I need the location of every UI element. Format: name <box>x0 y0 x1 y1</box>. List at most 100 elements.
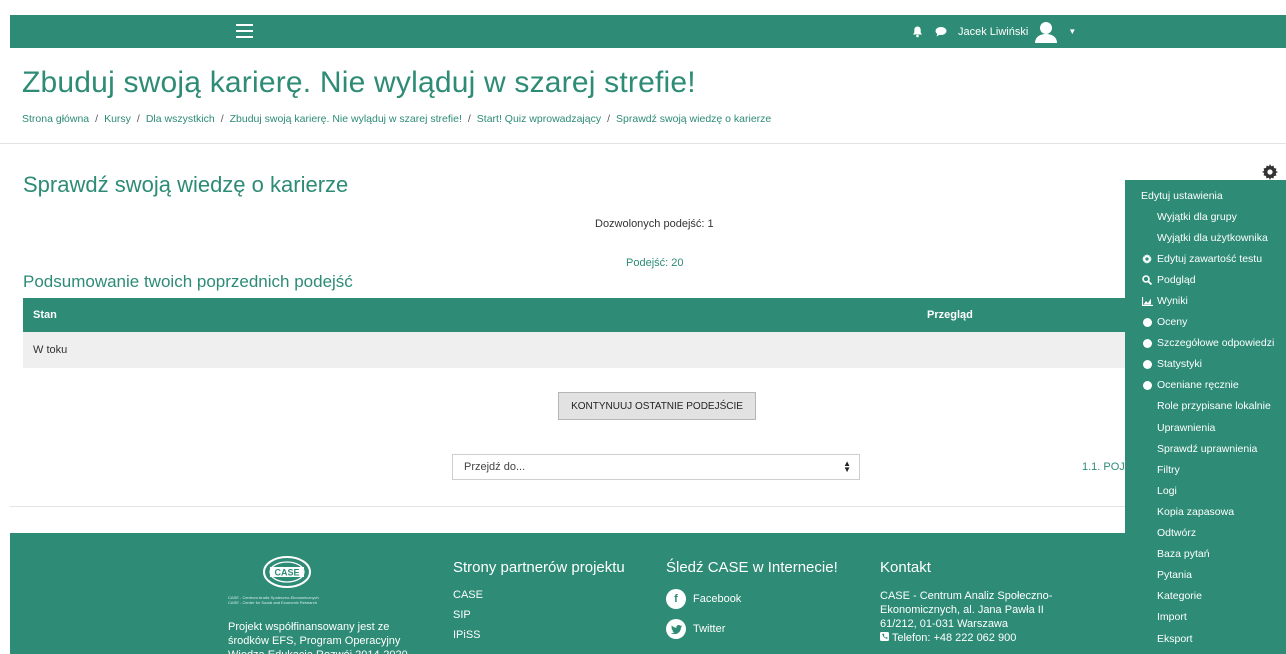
select-arrows-icon: ▲ ▼ <box>843 459 851 474</box>
settings-menu-item-label: Baza pytań <box>1157 548 1210 561</box>
settings-menu-item-label: Logi <box>1157 484 1177 497</box>
social-column: Śledź CASE w Internecie! f Facebook Twit… <box>666 559 838 649</box>
table-header-row: Stan Przegląd <box>23 298 1143 332</box>
settings-menu-item-label: Wyjątki dla grupy <box>1157 210 1237 223</box>
column-header-stan: Stan <box>23 298 917 332</box>
contact-title: Kontakt <box>880 559 931 576</box>
project-funding-text: Projekt współfinansowany jest ze środków… <box>228 621 408 654</box>
quiz-settings-menu: Edytuj ustawienia Wyjątki dla grupy Wyjątk… <box>1125 180 1286 654</box>
settings-menu-item[interactable]: Statystyki <box>1125 354 1286 375</box>
settings-menu-item-label: Oceniane ręcznie <box>1157 379 1239 392</box>
partner-link-sip[interactable]: SIP <box>453 609 625 621</box>
jump-to-placeholder: Przejdź do... <box>464 461 526 473</box>
gear-icon <box>1141 253 1153 265</box>
svg-text:CASE: CASE <box>274 568 299 578</box>
table-row: W toku <box>23 332 1143 368</box>
table-cell-przeglad <box>917 332 1143 368</box>
settings-menu-item[interactable]: Wyjątki dla grupy <box>1125 206 1286 227</box>
top-navbar: Jacek Liwiński ▼ <box>10 15 1286 48</box>
settings-menu-item[interactable]: Edytuj zawartość testu <box>1125 248 1286 269</box>
dot-icon <box>1141 358 1153 370</box>
settings-menu-item[interactable]: Odtwórz <box>1125 523 1286 544</box>
main-region: Sprawdź swoją wiedzę o karierze Dozwolon… <box>10 152 1286 507</box>
hamburger-menu-icon[interactable] <box>236 24 253 39</box>
twitter-link[interactable]: Twitter <box>666 619 838 639</box>
settings-menu-item[interactable]: Podgląd <box>1125 269 1286 290</box>
contact-column: Kontakt CASE - Centrum Analiz Społeczno-… <box>880 559 1052 645</box>
contact-line: 61/212, 01-031 Warszawa <box>880 618 1008 630</box>
user-avatar-icon[interactable] <box>1034 20 1058 44</box>
settings-menu-item-label: Wyniki <box>1157 295 1188 308</box>
page-header: Zbuduj swoją karierę. Nie wyląduj w szar… <box>0 52 1286 144</box>
settings-menu-item[interactable]: Sprawdź uprawnienia <box>1125 438 1286 459</box>
settings-menu-item[interactable]: Szczegółowe odpowiedzi <box>1125 333 1286 354</box>
footer: CASE CASE - Centrum Analiz Społeczno-Eko… <box>10 533 1286 654</box>
page-title: Zbuduj swoją karierę. Nie wyląduj w szar… <box>22 66 696 99</box>
settings-menu-item-label: Edytuj ustawienia <box>1141 189 1223 202</box>
settings-menu-item[interactable]: Kategorie <box>1125 586 1286 607</box>
facebook-link[interactable]: f Facebook <box>666 589 838 609</box>
user-name[interactable]: Jacek Liwiński <box>958 26 1028 38</box>
settings-menu-item-label: Edytuj zawartość testu <box>1157 252 1263 265</box>
settings-menu-item[interactable]: Role przypisane lokalnie <box>1125 396 1286 417</box>
settings-menu-item-label: Sprawdź uprawnienia <box>1157 442 1258 455</box>
settings-menu-item-label: Wyjątki dla użytkownika <box>1157 231 1268 244</box>
breadcrumb-section[interactable]: Start! Quiz wprowadzający <box>477 113 601 125</box>
partner-link-ipiss[interactable]: IPiSS <box>453 629 625 641</box>
breadcrumb-home[interactable]: Strona główna <box>22 113 89 125</box>
jump-to-select[interactable]: Przejdź do... ▲ ▼ <box>452 454 860 480</box>
settings-menu-item-label: Pytania <box>1157 569 1193 582</box>
attempts-link[interactable]: Podejść: 20 <box>626 257 683 269</box>
user-nav: Jacek Liwiński ▼ <box>910 15 1076 48</box>
settings-menu-item[interactable]: Wyniki <box>1125 290 1286 311</box>
settings-menu-item[interactable]: Eksport <box>1125 628 1286 649</box>
partner-link-case[interactable]: CASE <box>453 589 625 601</box>
summary-title: Podsumowanie twoich poprzednich podejść <box>23 272 353 291</box>
contact-line: CASE - Centrum Analiz Społeczno- <box>880 590 1053 602</box>
dot-icon <box>1141 316 1153 328</box>
settings-menu-item-label: Uprawnienia <box>1157 421 1216 434</box>
chat-bubble-icon[interactable] <box>934 25 948 39</box>
phone-icon <box>880 632 892 644</box>
quiz-title: Sprawdź swoją wiedzę o karierze <box>23 172 349 197</box>
settings-menu-item-label: Oceny <box>1157 316 1188 329</box>
settings-menu-item-label: Eksport <box>1157 632 1193 645</box>
chart-icon <box>1141 295 1153 307</box>
settings-menu-item[interactable]: Oceny <box>1125 312 1286 333</box>
breadcrumb-course[interactable]: Zbuduj swoją karierę. Nie wyląduj w szar… <box>230 113 462 125</box>
continue-attempt-button[interactable]: KONTYNUUJ OSTATNIE PODEJŚCIE <box>558 392 756 420</box>
breadcrumb: Strona główna / Kursy / Dla wszystkich / Zbudu… <box>22 113 772 125</box>
settings-menu-item[interactable]: Uprawnienia <box>1125 417 1286 438</box>
settings-menu-item[interactable]: Filtry <box>1125 459 1286 480</box>
settings-menu-item[interactable]: Import <box>1125 607 1286 628</box>
breadcrumb-courses[interactable]: Kursy <box>104 113 131 125</box>
settings-menu-item-label: Kopia zapasowa <box>1157 505 1235 518</box>
partners-title: Strony partnerów projektu <box>453 559 625 576</box>
settings-menu-item-label: Import <box>1157 611 1187 624</box>
settings-menu-item[interactable]: Baza pytań <box>1125 544 1286 565</box>
table-cell-stan: W toku <box>23 332 917 368</box>
user-menu-caret-icon[interactable]: ▼ <box>1068 27 1076 36</box>
facebook-icon: f <box>666 589 686 609</box>
settings-menu-item[interactable]: Kopia zapasowa <box>1125 501 1286 522</box>
breadcrumb-quiz[interactable]: Sprawdź swoją wiedzę o karierze <box>616 113 771 125</box>
partners-column: Strony partnerów projektu CASE SIP IPiSS <box>453 559 625 649</box>
attempts-table: Stan Przegląd W toku <box>23 298 1143 368</box>
allowed-attempts-text: Dozwolonych podejść: 1 <box>595 218 714 230</box>
social-title: Śledź CASE w Internecie! <box>666 559 838 576</box>
case-logo-icon: CASE <box>263 556 311 588</box>
dot-icon <box>1141 379 1153 391</box>
twitter-icon <box>666 619 686 639</box>
dot-icon <box>1141 337 1153 349</box>
settings-menu-item[interactable]: Oceniane ręcznie <box>1125 375 1286 396</box>
settings-menu-item-label: Podgląd <box>1157 273 1196 286</box>
breadcrumb-category[interactable]: Dla wszystkich <box>146 113 215 125</box>
settings-menu-item[interactable]: Edytuj ustawienia <box>1125 185 1286 206</box>
bell-icon[interactable] <box>910 25 924 39</box>
column-header-przeglad: Przegląd <box>917 298 1143 332</box>
settings-menu-item[interactable]: Wyjątki dla użytkownika <box>1125 227 1286 248</box>
settings-menu-item[interactable]: Pytania <box>1125 565 1286 586</box>
settings-menu-item[interactable]: Logi <box>1125 480 1286 501</box>
settings-menu-item-label: Odtwórz <box>1157 527 1197 540</box>
settings-menu-item-label: Kategorie <box>1157 590 1202 603</box>
